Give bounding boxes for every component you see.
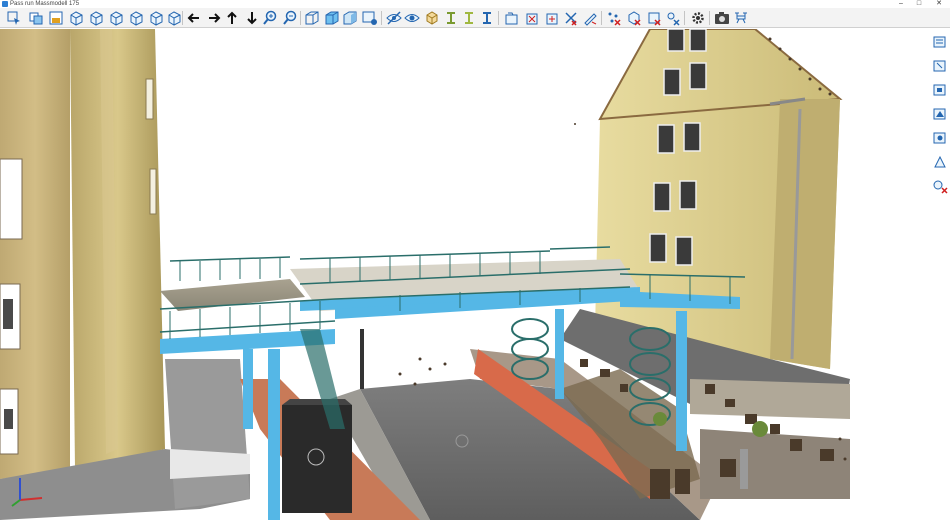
layer-add-icon[interactable] (544, 10, 560, 26)
right-building (560, 29, 850, 419)
toolbar-separator (182, 11, 183, 25)
side-toolbar (932, 34, 948, 202)
side-tool-6-icon[interactable] (932, 154, 948, 170)
toolbar-separator (300, 11, 301, 25)
toolbar-separator (498, 11, 499, 25)
select-icon[interactable] (6, 10, 22, 26)
section-iii-icon[interactable] (479, 10, 495, 26)
layer-remove-icon[interactable] (563, 10, 579, 26)
drone-icon[interactable] (733, 10, 749, 26)
cube-view-4-icon[interactable] (128, 10, 144, 26)
points-2-icon[interactable] (626, 10, 642, 26)
solid-cube-icon[interactable] (324, 10, 340, 26)
layer-delete-icon[interactable] (524, 10, 540, 26)
window-title: Pass run Massmodell 175 (10, 1, 80, 7)
arrow-right-icon[interactable] (206, 10, 222, 26)
points-1-icon[interactable] (606, 10, 622, 26)
section-ii-icon[interactable] (461, 10, 477, 26)
cube-view-1-icon[interactable] (68, 10, 84, 26)
toolbar-separator (381, 11, 382, 25)
maximize-button[interactable]: □ (912, 0, 926, 8)
point-cloud-scene (0, 29, 850, 520)
main-toolbar (0, 8, 950, 28)
box-icon[interactable] (424, 10, 440, 26)
hide-icon[interactable] (386, 10, 402, 26)
arrow-left-icon[interactable] (186, 10, 202, 26)
zoom-in-icon[interactable] (262, 10, 278, 26)
arrow-up-icon[interactable] (224, 10, 240, 26)
points-3-icon[interactable] (646, 10, 662, 26)
side-tool-3-icon[interactable] (932, 82, 948, 98)
toolbar-separator (709, 11, 710, 25)
side-tool-5-icon[interactable] (932, 130, 948, 146)
arrow-down-icon[interactable] (244, 10, 260, 26)
axis-gizmo (11, 478, 43, 507)
view-back-icon[interactable] (48, 10, 64, 26)
shaded-cube-icon[interactable] (342, 10, 358, 26)
side-tool-2-icon[interactable] (932, 58, 948, 74)
settings-icon[interactable] (690, 10, 706, 26)
side-tool-1-icon[interactable] (932, 34, 948, 50)
camera-icon[interactable] (714, 10, 730, 26)
cube-view-5-icon[interactable] (148, 10, 164, 26)
toolbar-separator (684, 11, 685, 25)
toolbar-separator (601, 11, 602, 25)
app-icon (2, 1, 8, 7)
zoom-out-icon[interactable] (282, 10, 298, 26)
show-icon[interactable] (404, 10, 420, 26)
cube-view-3-icon[interactable] (108, 10, 124, 26)
section-i-icon[interactable] (443, 10, 459, 26)
side-tool-4-icon[interactable] (932, 106, 948, 122)
side-tool-7-icon[interactable] (932, 178, 948, 194)
render-settings-icon[interactable] (362, 10, 378, 26)
close-button[interactable]: ✕ (932, 0, 946, 8)
title-bar: Pass run Massmodell 175 – □ ✕ (0, 0, 950, 8)
cube-view-2-icon[interactable] (88, 10, 104, 26)
wireframe-cube-icon[interactable] (304, 10, 320, 26)
cube-view-6-icon[interactable] (166, 10, 182, 26)
points-4-icon[interactable] (665, 10, 681, 26)
point-cloud-viewport[interactable] (0, 29, 950, 520)
minimize-button[interactable]: – (894, 0, 908, 8)
layer-clean-icon[interactable] (582, 10, 598, 26)
layer-open-icon[interactable] (504, 10, 520, 26)
view-front-icon[interactable] (28, 10, 44, 26)
left-building (0, 29, 250, 520)
